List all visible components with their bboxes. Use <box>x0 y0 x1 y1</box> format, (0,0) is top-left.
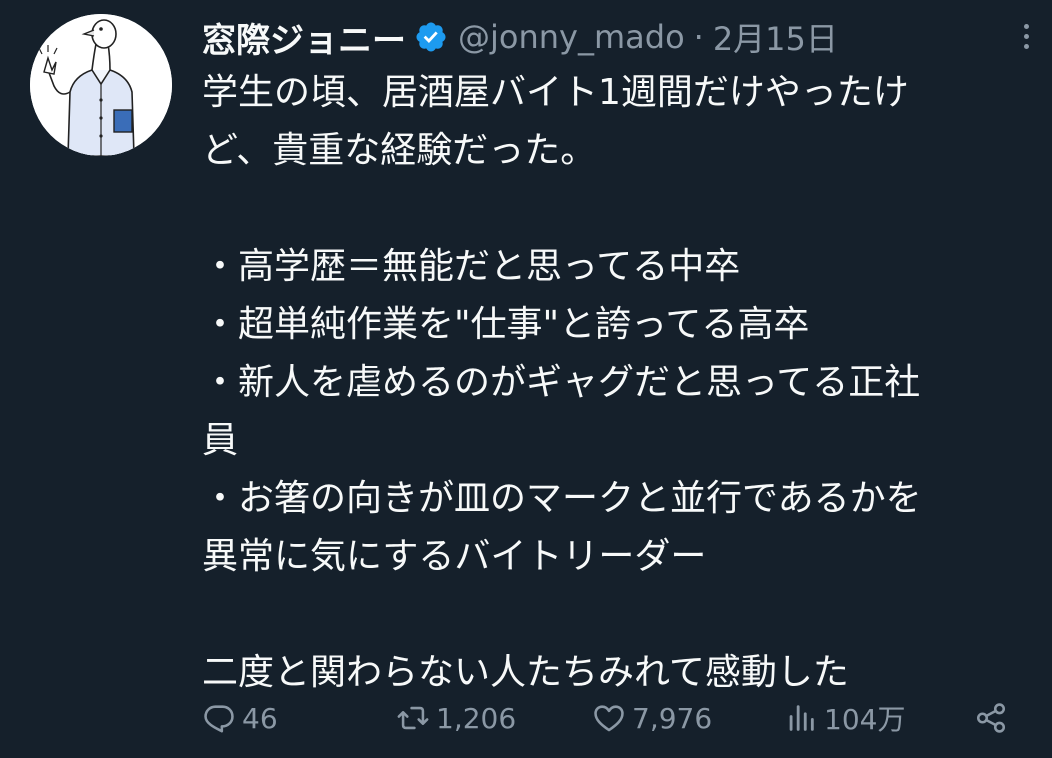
avatar[interactable] <box>30 14 172 156</box>
retweet-icon <box>397 706 429 730</box>
pigeon-avatar-icon <box>30 14 172 156</box>
tweet-text: 学生の頃、居酒屋バイト1週間だけやったけ ど、貴重な経験だった。 ・高学歴＝無能… <box>202 64 1042 702</box>
tweet-date[interactable]: 2月15日 <box>713 14 838 60</box>
share-button[interactable] <box>974 694 1014 742</box>
analytics-icon <box>789 705 814 731</box>
verified-badge-icon <box>416 22 446 52</box>
reply-button[interactable]: 46 <box>202 694 278 742</box>
views-count: 104万 <box>824 703 906 736</box>
retweet-count: 1,206 <box>436 701 517 735</box>
author-handle[interactable]: @jonny_mado <box>458 18 685 56</box>
reply-icon <box>204 705 234 733</box>
tweet-line: ・高学歴＝無能だと思ってる中卒 <box>202 246 741 287</box>
heart-icon <box>594 705 624 732</box>
retweet-button[interactable]: 1,206 <box>396 694 516 742</box>
reply-count: 46 <box>242 701 278 735</box>
tweet-line: 異常に気にするバイトリーダー <box>202 536 707 577</box>
tweet-line: 学生の頃、居酒屋バイト1週間だけやったけ <box>202 72 909 113</box>
tweet: 窓際ジョニー @jonny_mado · 2月15日 学生の頃、居酒屋バイト1週… <box>0 0 1052 758</box>
author-display-name[interactable]: 窓際ジョニー <box>202 13 406 62</box>
tweet-header: 窓際ジョニー @jonny_mado · 2月15日 <box>202 12 838 62</box>
share-icon <box>976 703 1006 733</box>
separator-dot: · <box>693 18 704 56</box>
tweet-line: ・超単純作業を"仕事"と誇ってる高卒 <box>202 304 810 345</box>
tweet-line: ど、貴重な経験だった。 <box>202 130 597 171</box>
more-options-icon[interactable] <box>1014 18 1038 54</box>
tweet-actions: 46 1,206 7,976 104万 <box>202 694 1032 742</box>
tweet-line: ・お箸の向きが皿のマークと並行であるかを <box>202 478 922 519</box>
tweet-line: 員 <box>202 420 239 461</box>
views-button[interactable]: 104万 <box>784 694 905 742</box>
like-button[interactable]: 7,976 <box>592 694 712 742</box>
tweet-line: ・新人を虐めるのがギャグだと思ってる正社 <box>202 362 921 403</box>
like-count: 7,976 <box>632 701 713 735</box>
